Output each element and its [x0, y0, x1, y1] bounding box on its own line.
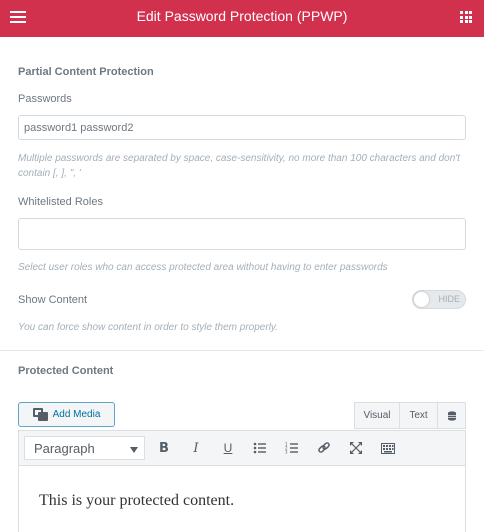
show-content-toggle[interactable]: HIDE — [412, 290, 466, 309]
chevron-down-icon — [130, 447, 138, 453]
tab-visual[interactable]: Visual — [354, 402, 400, 429]
format-select[interactable]: Paragraph — [24, 436, 145, 460]
whitelisted-roles-select[interactable] — [18, 218, 466, 250]
partial-content-section-title: Partial Content Protection — [18, 66, 154, 78]
apps-grid-icon[interactable] — [460, 11, 472, 23]
tab-text[interactable]: Text — [400, 402, 438, 429]
show-content-label: Show Content — [18, 294, 88, 306]
page-title: Edit Password Protection (PPWP) — [136, 8, 348, 24]
editor-content-text: This is your protected content. — [39, 492, 235, 509]
format-select-value: Paragraph — [34, 440, 95, 456]
database-icon — [447, 410, 456, 421]
passwords-input-value: password1 password2 — [24, 121, 134, 134]
toggle-state-label: HIDE — [438, 294, 460, 304]
bold-icon[interactable]: B — [152, 436, 176, 460]
add-media-label: Add Media — [52, 409, 101, 420]
svg-text:3: 3 — [285, 450, 288, 454]
toolbar-toggle-icon[interactable] — [376, 436, 400, 460]
bullet-list-icon[interactable] — [248, 436, 272, 460]
section-divider — [0, 350, 484, 351]
passwords-input[interactable]: password1 password2 — [18, 115, 466, 140]
whitelisted-roles-description: Select user roles who can access protect… — [18, 262, 388, 273]
passwords-label: Passwords — [18, 93, 72, 105]
editor-tabs: Visual Text — [354, 402, 466, 429]
whitelisted-roles-label: Whitelisted Roles — [18, 196, 103, 208]
passwords-description: Multiple passwords are separated by spac… — [18, 153, 460, 179]
italic-icon[interactable]: I — [184, 436, 208, 460]
fullscreen-icon[interactable] — [344, 436, 368, 460]
show-content-description: You can force show content in order to s… — [18, 322, 278, 333]
editor-content-area[interactable]: This is your protected content. — [18, 466, 466, 532]
editor-options-button[interactable] — [438, 402, 466, 429]
add-media-button[interactable]: Add Media — [18, 402, 115, 427]
toggle-knob — [414, 292, 429, 307]
top-bar: Edit Password Protection (PPWP) — [0, 0, 484, 37]
link-icon[interactable] — [312, 436, 336, 460]
underline-icon[interactable]: U — [216, 436, 240, 460]
editor-toolbar: Paragraph B I U 1 2 3 — [18, 430, 466, 466]
add-media-icon — [32, 408, 48, 421]
protected-content-section-title: Protected Content — [18, 365, 114, 377]
numbered-list-icon[interactable]: 1 2 3 — [280, 436, 304, 460]
